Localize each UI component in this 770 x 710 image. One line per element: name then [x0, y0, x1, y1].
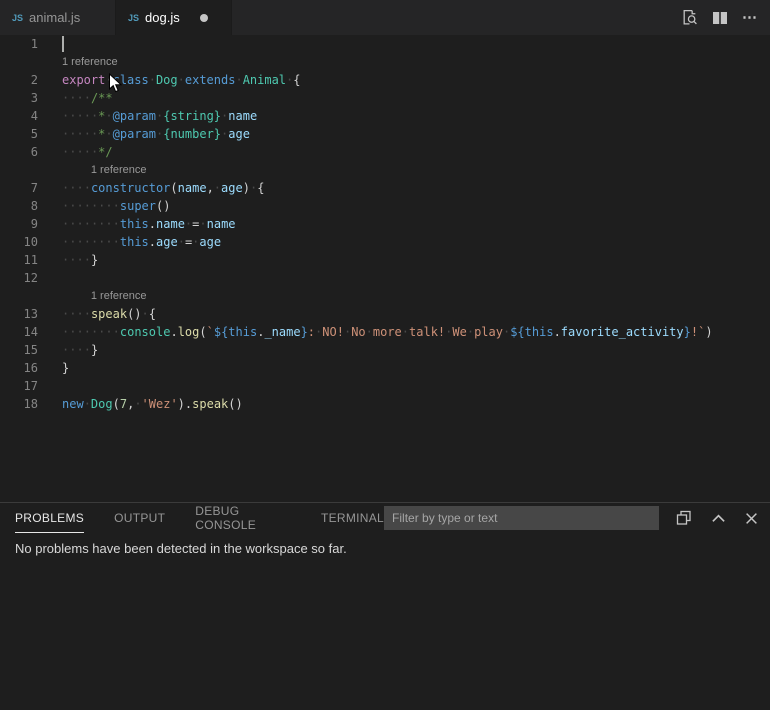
code-line-text: ····constructor(name,·age)·{ [38, 179, 264, 197]
code-line[interactable]: 2export·class·Dog·extends·Animal·{ [0, 71, 770, 89]
codelens-reference[interactable]: 1 reference [0, 161, 770, 179]
code-line-text: ········this.age·=·age [38, 233, 221, 251]
tab-bar-spacer [232, 0, 681, 35]
bottom-panel: PROBLEMS OUTPUT DEBUG CONSOLE TERMINAL [0, 502, 770, 710]
maximize-panel-icon[interactable] [711, 511, 726, 526]
line-number: 16 [0, 359, 38, 377]
code-line[interactable]: 5·····*·@param·{number}·age [0, 125, 770, 143]
code-line[interactable]: 9········this.name·=·name [0, 215, 770, 233]
code-line-text: ········super() [38, 197, 170, 215]
code-line-text: ·····*·@param·{string}·name [38, 107, 257, 125]
javascript-file-icon: JS [128, 13, 139, 23]
panel-action-icons [676, 510, 758, 526]
code-line-text: ·····*·@param·{number}·age [38, 125, 250, 143]
tab-dog-js[interactable]: JS dog.js [116, 0, 232, 35]
code-line-text: ········console.log(`${this._name}:·NO!·… [38, 323, 713, 341]
code-line-text [38, 269, 62, 287]
code-line[interactable]: 16} [0, 359, 770, 377]
panel-tab-debug-console[interactable]: DEBUG CONSOLE [195, 503, 291, 533]
unsaved-changes-dot-icon[interactable] [200, 14, 208, 22]
line-number: 7 [0, 179, 38, 197]
code-line-text: } [38, 359, 69, 377]
code-line[interactable]: 13····speak()·{ [0, 305, 770, 323]
code-editor[interactable]: 11 reference2export·class·Dog·extends·An… [0, 35, 770, 413]
code-line[interactable]: 6·····*/ [0, 143, 770, 161]
code-line-text: export·class·Dog·extends·Animal·{ [38, 71, 301, 89]
code-line[interactable]: 18new·Dog(7,·'Wez').speak() [0, 395, 770, 413]
code-line[interactable]: 17 [0, 377, 770, 395]
code-line[interactable]: 12 [0, 269, 770, 287]
problems-empty-message: No problems have been detected in the wo… [15, 541, 770, 556]
panel-tabs: PROBLEMS OUTPUT DEBUG CONSOLE TERMINAL [15, 503, 384, 533]
code-line[interactable]: 10········this.age·=·age [0, 233, 770, 251]
tab-animal-js[interactable]: JS animal.js [0, 0, 116, 35]
code-line-text [38, 377, 62, 395]
line-number: 14 [0, 323, 38, 341]
text-caret [62, 36, 64, 52]
code-line[interactable]: 15····} [0, 341, 770, 359]
code-line[interactable]: 4·····*·@param·{string}·name [0, 107, 770, 125]
code-line[interactable]: 11····} [0, 251, 770, 269]
line-number: 5 [0, 125, 38, 143]
code-line-text [38, 35, 64, 53]
line-number: 1 [0, 35, 38, 53]
code-lines: 11 reference2export·class·Dog·extends·An… [0, 35, 770, 413]
codelens-reference[interactable]: 1 reference [0, 287, 770, 305]
line-number: 17 [0, 377, 38, 395]
line-number: 4 [0, 107, 38, 125]
code-line-text: new·Dog(7,·'Wez').speak() [38, 395, 243, 413]
collapse-all-icon[interactable] [676, 510, 692, 526]
codelens-reference[interactable]: 1 reference [0, 53, 770, 71]
line-number: 8 [0, 197, 38, 215]
code-line-text: ····/** [38, 89, 113, 107]
panel-header: PROBLEMS OUTPUT DEBUG CONSOLE TERMINAL [0, 503, 770, 533]
line-number: 3 [0, 89, 38, 107]
javascript-file-icon: JS [12, 13, 23, 23]
line-number: 13 [0, 305, 38, 323]
line-number: 6 [0, 143, 38, 161]
problems-filter-input[interactable] [384, 506, 659, 530]
code-line[interactable]: 14········console.log(`${this._name}:·NO… [0, 323, 770, 341]
code-line[interactable]: 1 [0, 35, 770, 53]
close-panel-icon[interactable] [745, 512, 758, 525]
code-line[interactable]: 7····constructor(name,·age)·{ [0, 179, 770, 197]
line-number: 12 [0, 269, 38, 287]
editor-tab-bar: JS animal.js JS dog.js ⋯ [0, 0, 770, 35]
search-editor-icon[interactable] [681, 9, 698, 26]
line-number: 18 [0, 395, 38, 413]
code-line[interactable]: 8········super() [0, 197, 770, 215]
code-line-text: ····} [38, 341, 98, 359]
line-number: 10 [0, 233, 38, 251]
code-line-text: ·····*/ [38, 143, 113, 161]
code-line-text: ····speak()·{ [38, 305, 156, 323]
code-line-text: ········this.name·=·name [38, 215, 236, 233]
editor-actions: ⋯ [681, 0, 770, 35]
tab-label: animal.js [29, 10, 80, 25]
panel-tab-terminal[interactable]: TERMINAL [321, 503, 384, 533]
line-number: 2 [0, 71, 38, 89]
tab-label: dog.js [145, 10, 180, 25]
line-number: 9 [0, 215, 38, 233]
code-line-text: ····} [38, 251, 98, 269]
line-number: 11 [0, 251, 38, 269]
code-line[interactable]: 3····/** [0, 89, 770, 107]
panel-tab-output[interactable]: OUTPUT [114, 503, 165, 533]
line-number: 15 [0, 341, 38, 359]
split-editor-icon[interactable] [712, 10, 728, 26]
more-actions-icon[interactable]: ⋯ [742, 13, 758, 23]
panel-tab-problems[interactable]: PROBLEMS [15, 503, 84, 533]
